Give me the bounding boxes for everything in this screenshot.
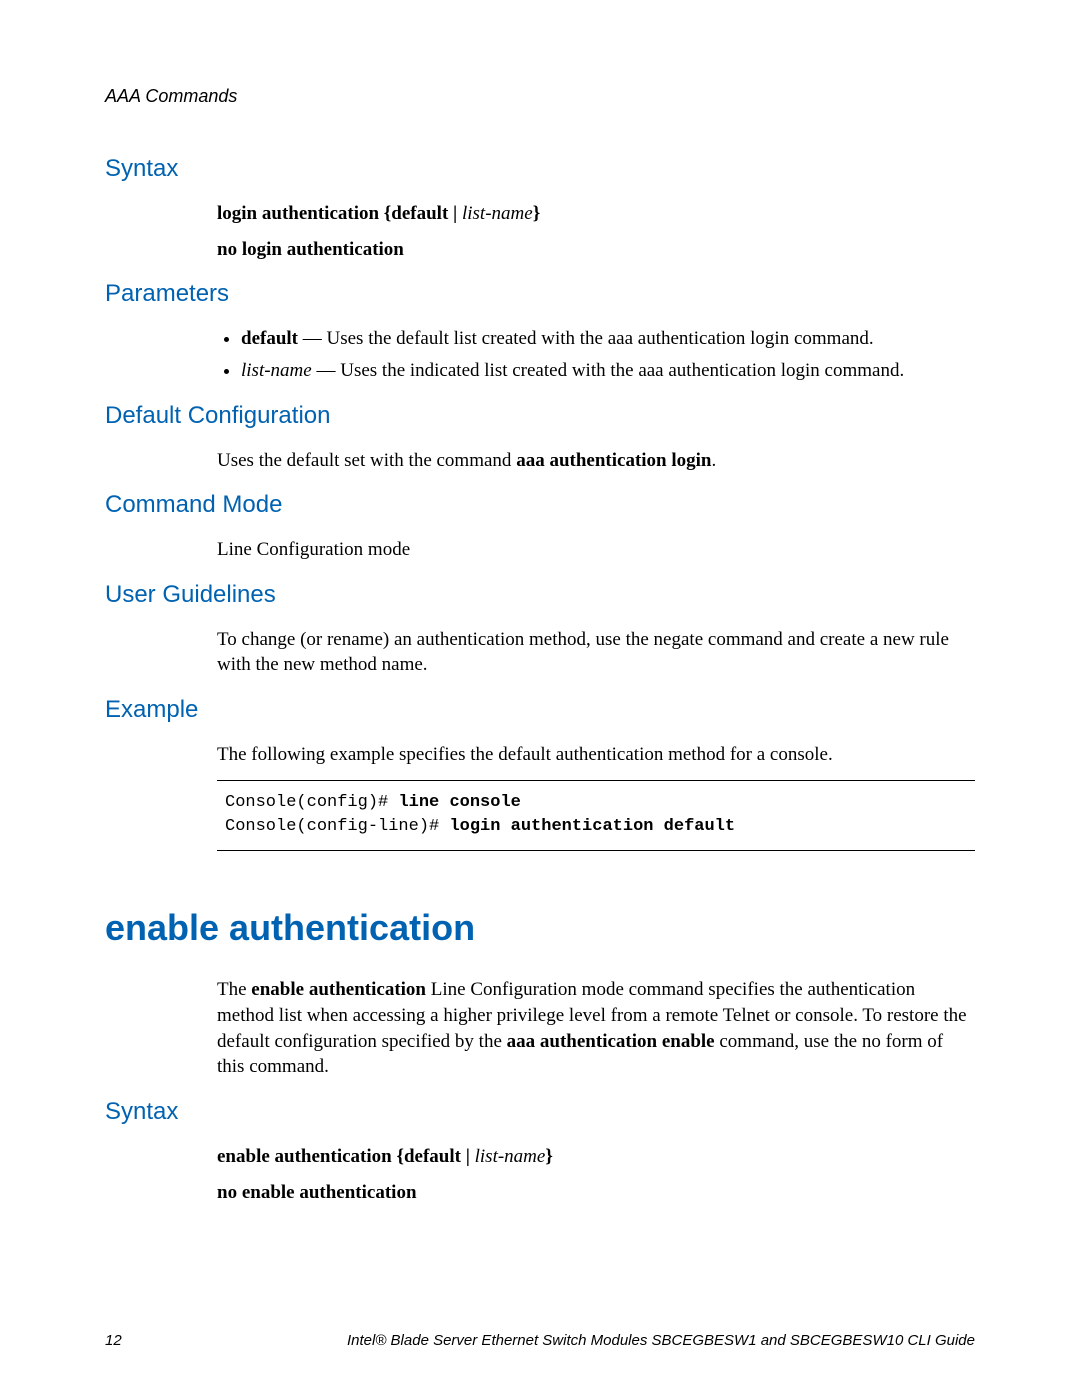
heading-command-mode: Command Mode [105,491,975,519]
default-config-block: Uses the default set with the command aa… [217,448,975,474]
syntax-line-2a: enable authentication {default | list-na… [217,1144,975,1170]
section2-intro-text: The enable authentication Line Configura… [217,977,975,1080]
footer: 12 Intel® Blade Server Ethernet Switch M… [105,1332,975,1349]
ex1-bold: line console [398,793,520,812]
s2-b1: enable authentication [251,979,426,1000]
ex2-bold: login authentication default [449,817,735,836]
heading-parameters: Parameters [105,280,975,308]
example-code-line-1: Console(config)# line console [225,791,967,815]
dc-post: . [712,450,717,471]
example-code-line-2: Console(config-line)# login authenticati… [225,815,967,839]
syntax-1a-pre: login authentication {default | [217,203,462,224]
command-mode-block: Line Configuration mode [217,537,975,563]
syntax-block-1: login authentication {default | list-nam… [217,201,975,262]
heading-default-config: Default Configuration [105,402,975,430]
example-block: The following example specifies the defa… [217,742,975,851]
page-number: 12 [105,1332,122,1349]
heading-user-guidelines: User Guidelines [105,581,975,609]
ex1-pre: Console(config)# [225,793,398,812]
dc-bold: aaa authentication login [516,450,711,471]
heading-enable-authentication: enable authentication [105,907,975,949]
syntax-line-2b: no enable authentication [217,1180,975,1206]
running-head: AAA Commands [105,86,975,107]
syntax-line-1a: login authentication {default | list-nam… [217,201,975,227]
syntax-line-1b: no login authentication [217,237,975,263]
syntax-2a-pre: enable authentication {default | [217,1146,475,1167]
heading-example: Example [105,696,975,724]
param2-desc: — Uses the indicated list created with t… [312,360,905,381]
heading-syntax-2: Syntax [105,1098,975,1126]
command-mode-text: Line Configuration mode [217,537,975,563]
syntax-1a-italic: list-name [462,203,533,224]
ex2-pre: Console(config-line)# [225,817,449,836]
dc-pre: Uses the default set with the command [217,450,516,471]
param-item-default: default — Uses the default list created … [241,326,975,352]
parameters-block: default — Uses the default list created … [217,326,975,383]
default-config-text: Uses the default set with the command aa… [217,448,975,474]
syntax-2a-italic: list-name [475,1146,546,1167]
param2-term: list-name [241,360,312,381]
syntax-1a-suf: } [533,203,541,224]
param1-desc: — Uses the default list created with the… [298,328,874,349]
footer-doc-title: Intel® Blade Server Ethernet Switch Modu… [347,1332,975,1349]
param-item-listname: list-name — Uses the indicated list crea… [241,358,975,384]
s2-pre: The [217,979,251,1000]
heading-syntax-1: Syntax [105,155,975,183]
param1-term: default [241,328,298,349]
syntax-2a-suf: } [545,1146,553,1167]
parameters-list: default — Uses the default list created … [217,326,975,383]
s2-b2: aaa authentication enable [507,1031,715,1052]
syntax-block-2: enable authentication {default | list-na… [217,1144,975,1205]
user-guidelines-block: To change (or rename) an authentication … [217,627,975,678]
page: AAA Commands Syntax login authentication… [0,0,1080,1397]
example-intro: The following example specifies the defa… [217,742,975,768]
example-code-box: Console(config)# line console Console(co… [217,780,975,852]
section2-intro-block: The enable authentication Line Configura… [217,977,975,1080]
user-guidelines-text: To change (or rename) an authentication … [217,627,975,678]
